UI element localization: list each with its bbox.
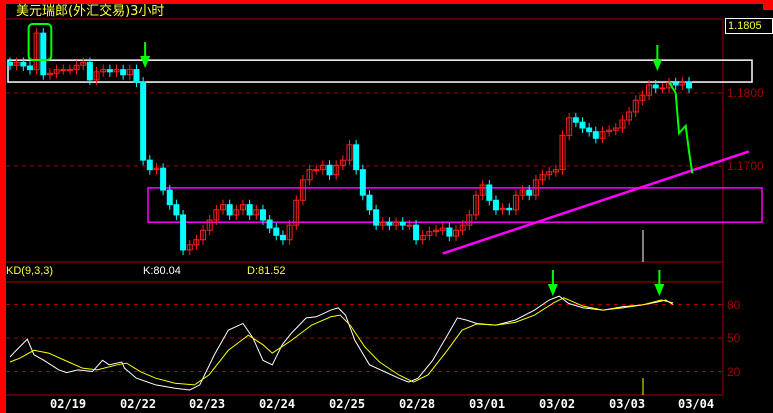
x-tick-label: 02/23	[189, 397, 226, 411]
trend-line	[442, 150, 750, 255]
candle-down	[86, 61, 93, 81]
candle-down	[140, 81, 147, 161]
candle-down	[173, 204, 180, 216]
x-tick-label: 02/19	[50, 397, 87, 411]
k-value: K:80.04	[143, 265, 181, 277]
d-value: D:81.52	[247, 265, 286, 277]
candle-down	[579, 121, 586, 129]
candle-down	[672, 82, 679, 86]
kd-tick-label: 80	[727, 298, 741, 312]
candle-down	[246, 204, 253, 216]
kd-indicator-name: KD(9,3,3)	[6, 265, 54, 277]
candle-down	[7, 61, 13, 66]
down-arrow-icon	[652, 59, 663, 71]
candlestick-chart	[0, 0, 773, 413]
left-border	[0, 0, 6, 413]
candle-down	[359, 169, 366, 196]
kd-tick-label: 50	[727, 331, 741, 345]
candle-down	[259, 209, 266, 221]
candle-down	[273, 227, 280, 236]
candle-down	[486, 184, 493, 201]
candle-down	[592, 131, 599, 139]
kd-tick-label: 20	[727, 365, 741, 379]
candle-down	[40, 32, 47, 76]
candle-down	[180, 214, 187, 251]
chart-title: 美元瑞郎(外汇交易)3小时	[16, 4, 165, 19]
candle-up	[406, 224, 413, 227]
candle-down	[446, 227, 453, 237]
candle-down	[146, 159, 153, 171]
x-tick-label: 03/02	[539, 397, 576, 411]
candle-down	[226, 204, 233, 216]
candle-down	[572, 117, 579, 123]
candle-down	[373, 209, 380, 226]
candle-down	[266, 219, 273, 229]
down-arrow-icon	[547, 284, 558, 296]
candle-up	[313, 169, 320, 172]
candle-up	[659, 87, 666, 90]
resistance-box	[7, 59, 753, 83]
corner-square	[763, 0, 773, 10]
candle-down	[506, 207, 513, 211]
kd-k-line	[9, 295, 674, 391]
candle-down	[120, 69, 127, 76]
candle-up	[60, 69, 67, 72]
candle-down	[399, 221, 406, 226]
candle-down	[20, 61, 27, 67]
x-tick-label: 02/25	[329, 397, 366, 411]
x-tick-label: 03/03	[609, 397, 646, 411]
y-tick-label: 1.1700	[727, 159, 764, 173]
candle-down	[160, 167, 167, 191]
y-tick-label: 1.1800	[727, 86, 764, 100]
candle-down	[166, 189, 173, 206]
candle-down	[526, 189, 533, 196]
candle-up	[66, 69, 73, 72]
candle-down	[652, 84, 659, 89]
candle-down	[133, 69, 140, 83]
candle-down	[366, 194, 373, 211]
down-arrow-icon	[140, 56, 151, 68]
last-price-label: 1.1805	[725, 18, 773, 34]
x-tick-label: 03/04	[678, 397, 715, 411]
candle-down	[586, 127, 593, 133]
x-tick-label: 02/24	[259, 397, 296, 411]
x-tick-label: 02/22	[120, 397, 157, 411]
candle-down	[413, 224, 420, 241]
candle-down	[686, 81, 692, 89]
x-tick-label: 02/28	[399, 397, 436, 411]
candle-down	[386, 221, 393, 226]
down-arrow-icon	[654, 284, 665, 296]
candle-down	[26, 65, 33, 71]
highlight-box	[27, 23, 53, 61]
candle-down	[492, 199, 499, 211]
x-tick-label: 03/01	[469, 397, 506, 411]
projection-line	[668, 81, 694, 174]
candle-down	[326, 164, 333, 176]
candle-down	[106, 69, 113, 73]
candle-down	[279, 234, 286, 241]
candle-down	[353, 144, 360, 171]
